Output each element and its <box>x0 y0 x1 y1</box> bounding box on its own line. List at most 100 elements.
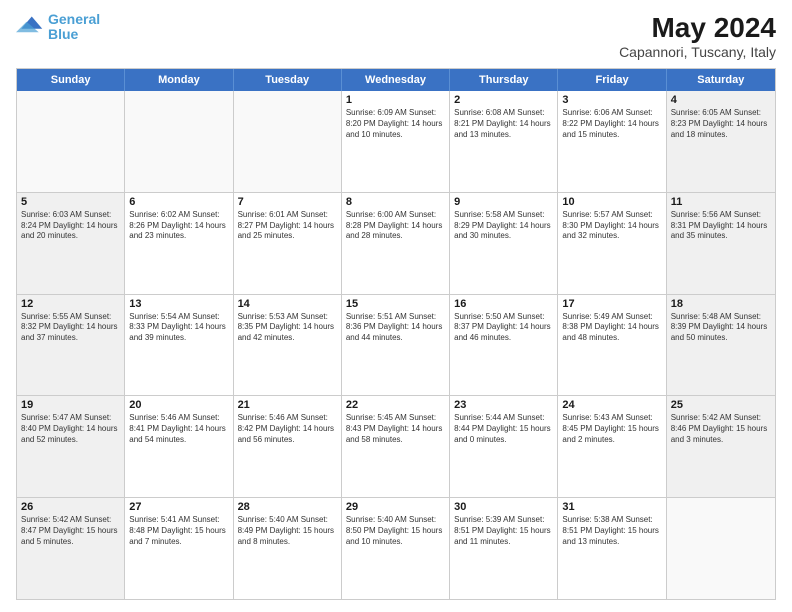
day-number: 31 <box>562 501 661 513</box>
day-info: Sunrise: 5:41 AM Sunset: 8:48 PM Dayligh… <box>129 515 228 547</box>
cal-row-1: 5 Sunrise: 6:03 AM Sunset: 8:24 PM Daylig… <box>17 193 775 295</box>
logo-line2: Blue <box>48 26 78 42</box>
page: General Blue May 2024 Capannori, Tuscany… <box>0 0 792 612</box>
header: General Blue May 2024 Capannori, Tuscany… <box>16 12 776 60</box>
day-number: 26 <box>21 501 120 513</box>
day-info: Sunrise: 5:44 AM Sunset: 8:44 PM Dayligh… <box>454 413 553 445</box>
day-number: 15 <box>346 298 445 310</box>
day-number: 8 <box>346 196 445 208</box>
cal-cell-2-3: 15 Sunrise: 5:51 AM Sunset: 8:36 PM Dayli… <box>342 295 450 396</box>
day-number: 6 <box>129 196 228 208</box>
day-info: Sunrise: 6:00 AM Sunset: 8:28 PM Dayligh… <box>346 210 445 242</box>
day-info: Sunrise: 5:57 AM Sunset: 8:30 PM Dayligh… <box>562 210 661 242</box>
cal-header-wednesday: Wednesday <box>342 69 450 91</box>
calendar-body: 1 Sunrise: 6:09 AM Sunset: 8:20 PM Daylig… <box>17 91 775 599</box>
cal-header-monday: Monday <box>125 69 233 91</box>
cal-cell-3-5: 24Sunrise: 5:43 AM Sunset: 8:45 PM Dayli… <box>558 396 666 497</box>
day-info: Sunrise: 5:53 AM Sunset: 8:35 PM Dayligh… <box>238 312 337 344</box>
day-number: 11 <box>671 196 771 208</box>
subtitle: Capannori, Tuscany, Italy <box>619 44 776 60</box>
logo-text: General Blue <box>48 12 100 43</box>
logo-icon <box>16 13 44 41</box>
day-info: Sunrise: 6:06 AM Sunset: 8:22 PM Dayligh… <box>562 108 661 140</box>
cal-cell-3-0: 19 Sunrise: 5:47 AM Sunset: 8:40 PM Dayli… <box>17 396 125 497</box>
logo: General Blue <box>16 12 100 43</box>
day-info: Sunrise: 6:02 AM Sunset: 8:26 PM Dayligh… <box>129 210 228 242</box>
day-number: 5 <box>21 196 120 208</box>
cal-cell-0-1 <box>125 91 233 192</box>
cal-cell-4-3: 29Sunrise: 5:40 AM Sunset: 8:50 PM Dayli… <box>342 498 450 599</box>
cal-cell-0-2 <box>234 91 342 192</box>
day-number: 27 <box>129 501 228 513</box>
day-info: Sunrise: 5:46 AM Sunset: 8:41 PM Dayligh… <box>129 413 228 445</box>
cal-cell-0-6: 4Sunrise: 6:05 AM Sunset: 8:23 PM Daylig… <box>667 91 775 192</box>
cal-cell-1-5: 10 Sunrise: 5:57 AM Sunset: 8:30 PM Dayli… <box>558 193 666 294</box>
day-number: 24 <box>562 399 661 411</box>
calendar-header: SundayMondayTuesdayWednesdayThursdayFrid… <box>17 69 775 91</box>
day-info: Sunrise: 5:38 AM Sunset: 8:51 PM Dayligh… <box>562 515 661 547</box>
day-number: 16 <box>454 298 553 310</box>
day-info: Sunrise: 6:01 AM Sunset: 8:27 PM Dayligh… <box>238 210 337 242</box>
day-number: 10 <box>562 196 661 208</box>
cal-cell-3-4: 23 Sunrise: 5:44 AM Sunset: 8:44 PM Dayli… <box>450 396 558 497</box>
day-number: 20 <box>129 399 228 411</box>
day-info: Sunrise: 5:42 AM Sunset: 8:46 PM Dayligh… <box>671 413 771 445</box>
cal-cell-1-1: 6 Sunrise: 6:02 AM Sunset: 8:26 PM Daylig… <box>125 193 233 294</box>
day-number: 30 <box>454 501 553 513</box>
day-info: Sunrise: 5:48 AM Sunset: 8:39 PM Dayligh… <box>671 312 771 344</box>
cal-cell-3-6: 25Sunrise: 5:42 AM Sunset: 8:46 PM Dayli… <box>667 396 775 497</box>
cal-cell-3-2: 21 Sunrise: 5:46 AM Sunset: 8:42 PM Dayli… <box>234 396 342 497</box>
cal-header-thursday: Thursday <box>450 69 558 91</box>
day-number: 29 <box>346 501 445 513</box>
day-info: Sunrise: 5:45 AM Sunset: 8:43 PM Dayligh… <box>346 413 445 445</box>
cal-cell-1-6: 11 Sunrise: 5:56 AM Sunset: 8:31 PM Dayli… <box>667 193 775 294</box>
cal-header-sunday: Sunday <box>17 69 125 91</box>
day-info: Sunrise: 6:05 AM Sunset: 8:23 PM Dayligh… <box>671 108 771 140</box>
day-info: Sunrise: 5:46 AM Sunset: 8:42 PM Dayligh… <box>238 413 337 445</box>
day-number: 21 <box>238 399 337 411</box>
day-number: 28 <box>238 501 337 513</box>
cal-row-2: 12Sunrise: 5:55 AM Sunset: 8:32 PM Dayli… <box>17 295 775 397</box>
cal-row-3: 19 Sunrise: 5:47 AM Sunset: 8:40 PM Dayli… <box>17 396 775 498</box>
cal-cell-0-3: 1 Sunrise: 6:09 AM Sunset: 8:20 PM Daylig… <box>342 91 450 192</box>
day-number: 9 <box>454 196 553 208</box>
cal-cell-4-5: 31 Sunrise: 5:38 AM Sunset: 8:51 PM Dayli… <box>558 498 666 599</box>
cal-cell-0-0 <box>17 91 125 192</box>
day-info: Sunrise: 6:09 AM Sunset: 8:20 PM Dayligh… <box>346 108 445 140</box>
day-info: Sunrise: 6:03 AM Sunset: 8:24 PM Dayligh… <box>21 210 120 242</box>
cal-header-tuesday: Tuesday <box>234 69 342 91</box>
day-number: 7 <box>238 196 337 208</box>
cal-cell-4-6 <box>667 498 775 599</box>
day-info: Sunrise: 5:49 AM Sunset: 8:38 PM Dayligh… <box>562 312 661 344</box>
day-info: Sunrise: 5:51 AM Sunset: 8:36 PM Dayligh… <box>346 312 445 344</box>
day-number: 22 <box>346 399 445 411</box>
cal-cell-3-3: 22 Sunrise: 5:45 AM Sunset: 8:43 PM Dayli… <box>342 396 450 497</box>
cal-cell-3-1: 20 Sunrise: 5:46 AM Sunset: 8:41 PM Dayli… <box>125 396 233 497</box>
cal-cell-0-4: 2Sunrise: 6:08 AM Sunset: 8:21 PM Daylig… <box>450 91 558 192</box>
cal-cell-1-2: 7 Sunrise: 6:01 AM Sunset: 8:27 PM Daylig… <box>234 193 342 294</box>
cal-cell-4-0: 26Sunrise: 5:42 AM Sunset: 8:47 PM Dayli… <box>17 498 125 599</box>
cal-cell-2-5: 17Sunrise: 5:49 AM Sunset: 8:38 PM Dayli… <box>558 295 666 396</box>
cal-cell-2-0: 12Sunrise: 5:55 AM Sunset: 8:32 PM Dayli… <box>17 295 125 396</box>
day-info: Sunrise: 5:39 AM Sunset: 8:51 PM Dayligh… <box>454 515 553 547</box>
cal-cell-4-2: 28 Sunrise: 5:40 AM Sunset: 8:49 PM Dayli… <box>234 498 342 599</box>
cal-cell-4-1: 27 Sunrise: 5:41 AM Sunset: 8:48 PM Dayli… <box>125 498 233 599</box>
day-number: 18 <box>671 298 771 310</box>
day-info: Sunrise: 5:56 AM Sunset: 8:31 PM Dayligh… <box>671 210 771 242</box>
cal-cell-2-4: 16Sunrise: 5:50 AM Sunset: 8:37 PM Dayli… <box>450 295 558 396</box>
cal-cell-1-3: 8 Sunrise: 6:00 AM Sunset: 8:28 PM Daylig… <box>342 193 450 294</box>
cal-cell-1-0: 5 Sunrise: 6:03 AM Sunset: 8:24 PM Daylig… <box>17 193 125 294</box>
day-info: Sunrise: 5:55 AM Sunset: 8:32 PM Dayligh… <box>21 312 120 344</box>
day-number: 19 <box>21 399 120 411</box>
cal-row-0: 1 Sunrise: 6:09 AM Sunset: 8:20 PM Daylig… <box>17 91 775 193</box>
cal-header-friday: Friday <box>558 69 666 91</box>
day-number: 23 <box>454 399 553 411</box>
day-info: Sunrise: 5:40 AM Sunset: 8:49 PM Dayligh… <box>238 515 337 547</box>
cal-row-4: 26Sunrise: 5:42 AM Sunset: 8:47 PM Dayli… <box>17 498 775 599</box>
main-title: May 2024 <box>619 12 776 44</box>
day-info: Sunrise: 5:47 AM Sunset: 8:40 PM Dayligh… <box>21 413 120 445</box>
cal-cell-2-6: 18 Sunrise: 5:48 AM Sunset: 8:39 PM Dayli… <box>667 295 775 396</box>
day-number: 14 <box>238 298 337 310</box>
day-number: 1 <box>346 94 445 106</box>
day-number: 3 <box>562 94 661 106</box>
